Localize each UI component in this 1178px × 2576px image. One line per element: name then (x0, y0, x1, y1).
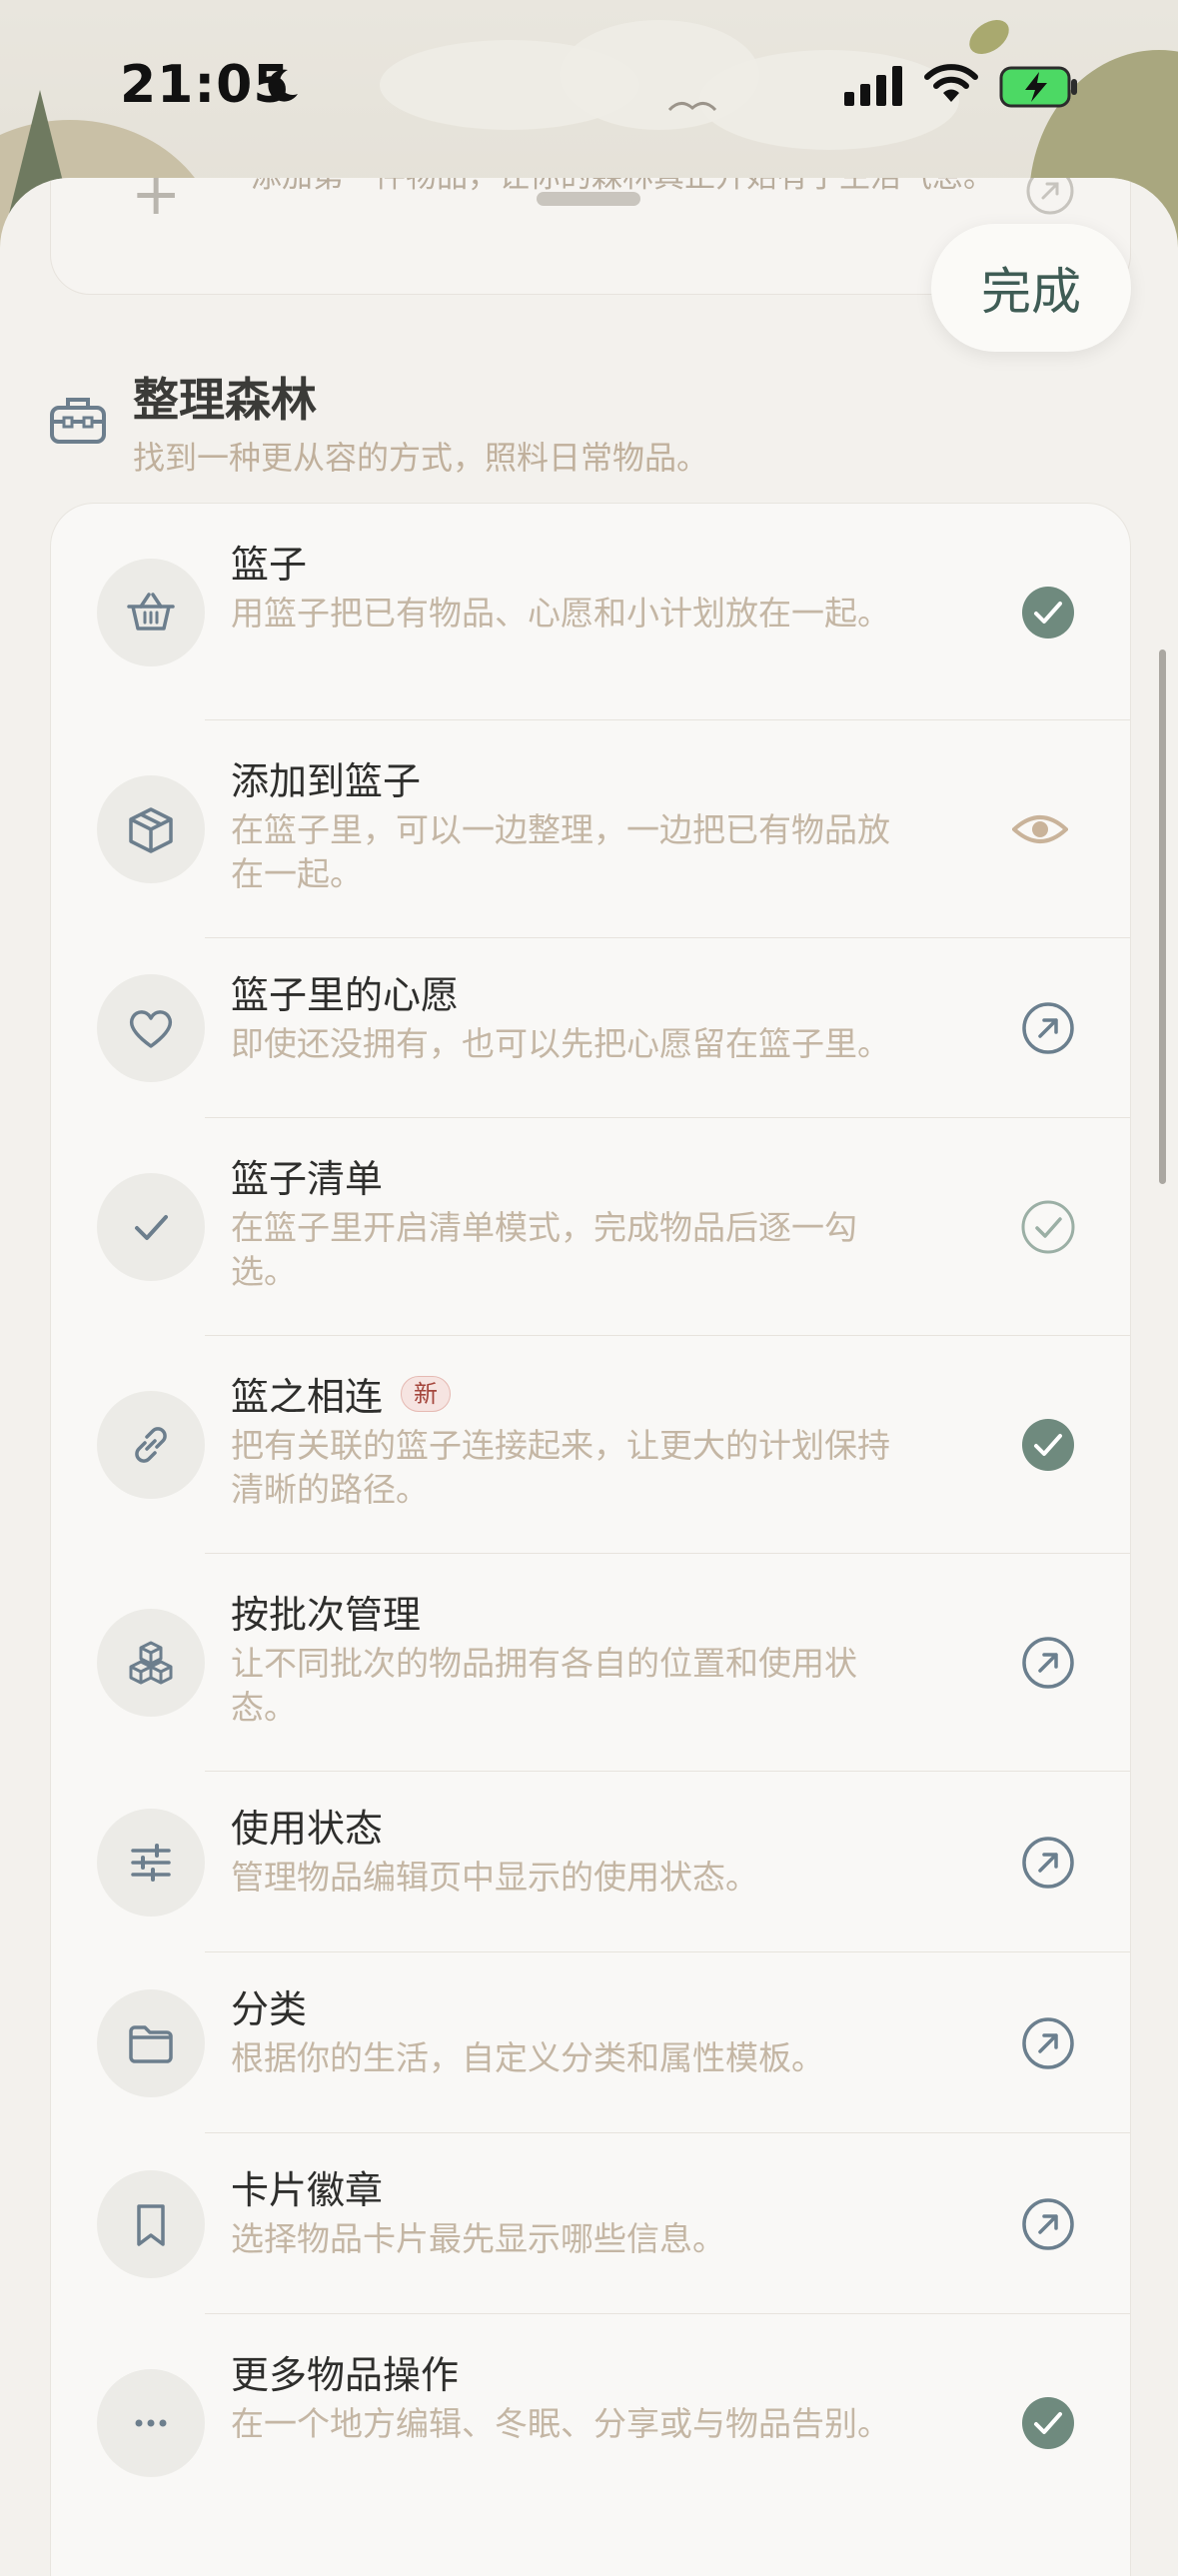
feature-row[interactable]: 更多物品操作在一个地方编辑、冬眠、分享或与物品告别。 (51, 2314, 1130, 2532)
feature-title: 篮子里的心愿 (231, 964, 459, 1019)
feature-title: 添加到篮子 (231, 750, 421, 805)
feature-description: 根据你的生活，自定义分类和属性模板。 (231, 2038, 824, 2077)
arrow-up-right-circle-icon[interactable] (1020, 2196, 1076, 2252)
feature-row[interactable]: 篮子清单在篮子里开启清单模式，完成物品后逐一勾选。 (51, 1118, 1130, 1336)
check-filled-icon[interactable] (1020, 585, 1076, 641)
feature-title-text: 篮子清单 (231, 1157, 384, 1201)
feature-description: 即使还没拥有，也可以先把心愿留在篮子里。 (231, 1024, 890, 1063)
feature-row[interactable]: 按批次管理让不同批次的物品拥有各自的位置和使用状态。 (51, 1554, 1130, 1772)
toolbox-icon (50, 398, 106, 444)
feature-description: 管理物品编辑页中显示的使用状态。 (231, 1858, 758, 1897)
feature-title-text: 篮子里的心愿 (231, 973, 460, 1017)
feature-title: 卡片徽章 (231, 2159, 383, 2214)
checkmark-icon (97, 1173, 205, 1281)
battery-charging-icon (999, 66, 1077, 108)
status-bar: 21:05 (0, 0, 1178, 170)
feature-title-text: 更多物品操作 (231, 2353, 460, 2397)
arrow-up-right-circle-icon[interactable] (1020, 1635, 1076, 1691)
feature-description: 把有关联的篮子连接起来，让更大的计划保持清晰的路径。 (231, 1426, 890, 1509)
arrow-up-right-circle-icon[interactable] (1020, 1000, 1076, 1056)
scrollbar[interactable] (1159, 649, 1166, 1184)
link-icon (97, 1391, 205, 1499)
feature-title-text: 添加到篮子 (231, 759, 422, 803)
feature-title: 分类 (231, 1978, 307, 2033)
bookmark-icon (97, 2169, 205, 2278)
moon-icon (268, 69, 298, 102)
feature-description: 选择物品卡片最先显示哪些信息。 (231, 2219, 725, 2258)
done-button[interactable]: 完成 (931, 224, 1131, 352)
feature-row[interactable]: 使用状态管理物品编辑页中显示的使用状态。 (51, 1772, 1130, 1952)
check-filled-icon[interactable] (1020, 2395, 1076, 2451)
plus-icon: + (131, 178, 182, 229)
feature-row[interactable]: 分类根据你的生活，自定义分类和属性模板。 (51, 1952, 1130, 2133)
cellular-signal-icon (844, 66, 902, 106)
feature-row[interactable]: 篮子用篮子把已有物品、心愿和小计划放在一起。 (51, 504, 1130, 720)
feature-row[interactable]: 添加到篮子在篮子里，可以一边整理，一边把已有物品放在一起。 (51, 720, 1130, 938)
feature-description: 在篮子里开启清单模式，完成物品后逐一勾选。 (231, 1208, 857, 1291)
arrow-up-right-circle-icon[interactable] (1020, 2015, 1076, 2071)
feature-title: 按批次管理 (231, 1584, 421, 1639)
feature-description: 在篮子里，可以一边整理，一边把已有物品放在一起。 (231, 810, 890, 893)
feature-title-text: 篮子 (231, 543, 308, 587)
section-subtitle: 找到一种更从容的方式，照料日常物品。 (133, 439, 709, 477)
sheet-grabber[interactable] (537, 192, 640, 206)
feature-title-text: 卡片徽章 (231, 2168, 384, 2212)
bottom-sheet: + 添加第一件物品，让你的森林真正开始有了生活气息。 完成 整理森林 找到一种更… (0, 178, 1178, 2576)
feature-title: 篮子 (231, 534, 307, 589)
feature-title: 篮子清单 (231, 1148, 383, 1203)
feature-title-text: 使用状态 (231, 1807, 384, 1851)
section-title: 整理森林 (133, 373, 317, 427)
feature-row[interactable]: 篮之相连新把有关联的篮子连接起来，让更大的计划保持清晰的路径。 (51, 1336, 1130, 1554)
new-badge: 新 (401, 1375, 452, 1412)
heart-icon (97, 974, 205, 1082)
feature-title-text: 按批次管理 (231, 1593, 422, 1637)
check-filled-icon[interactable] (1020, 1417, 1076, 1473)
feature-title: 使用状态 (231, 1798, 383, 1853)
check-outline-icon[interactable] (1020, 1199, 1076, 1255)
stacked-boxes-icon (97, 1609, 205, 1717)
arrow-up-right-circle-icon (1026, 178, 1074, 215)
feature-title-text: 篮之相连 (231, 1375, 384, 1419)
more-dots-icon (97, 2369, 205, 2477)
wifi-icon (924, 64, 978, 102)
feature-description: 让不同批次的物品拥有各自的位置和使用状态。 (231, 1644, 857, 1727)
eye-icon[interactable] (1012, 801, 1068, 857)
feature-list: 篮子用篮子把已有物品、心愿和小计划放在一起。添加到篮子在篮子里，可以一边整理，一… (50, 503, 1131, 2576)
feature-row[interactable]: 卡片徽章选择物品卡片最先显示哪些信息。 (51, 2133, 1130, 2314)
feature-title: 篮之相连新 (231, 1366, 452, 1421)
feature-title: 更多物品操作 (231, 2344, 459, 2399)
feature-description: 用篮子把已有物品、心愿和小计划放在一起。 (231, 594, 890, 633)
feature-title-text: 分类 (231, 1987, 308, 2031)
feature-description: 在一个地方编辑、冬眠、分享或与物品告别。 (231, 2404, 890, 2443)
sliders-icon (97, 1808, 205, 1917)
basket-icon (97, 558, 205, 666)
box-icon (97, 775, 205, 883)
folder-icon (97, 1988, 205, 2097)
arrow-up-right-circle-icon[interactable] (1020, 1835, 1076, 1891)
feature-row[interactable]: 篮子里的心愿即使还没拥有，也可以先把心愿留在篮子里。 (51, 938, 1130, 1118)
